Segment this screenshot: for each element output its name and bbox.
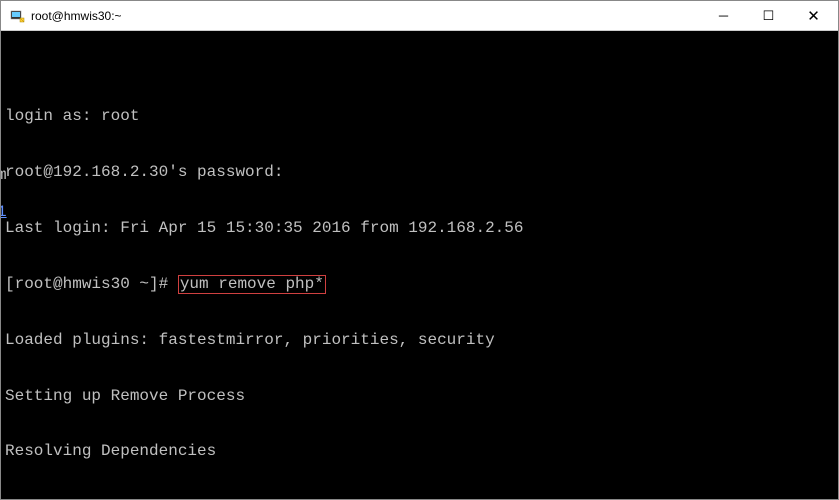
titlebar: root@hmwis30:~ ─ ☐ ✕	[1, 1, 838, 31]
password-prompt-line: root@192.168.2.30's password:	[5, 163, 834, 182]
edge-text-link: 1	[1, 203, 7, 222]
setup-remove-line: Setting up Remove Process	[5, 387, 834, 406]
close-button[interactable]: ✕	[791, 2, 836, 30]
login-as-line: login as: root	[5, 107, 834, 126]
command-line: [root@hmwis30 ~]# yum remove php*	[5, 275, 834, 294]
putty-icon	[9, 8, 25, 24]
window-title: root@hmwis30:~	[31, 9, 701, 23]
resolving-deps-line: Resolving Dependencies	[5, 442, 834, 461]
terminal-pane[interactable]: m 1 login as: root root@192.168.2.30's p…	[1, 31, 838, 499]
edge-text-m: m	[1, 166, 7, 185]
loaded-plugins-line: Loaded plugins: fastestmirror, prioritie…	[5, 331, 834, 350]
maximize-button[interactable]: ☐	[746, 2, 791, 30]
terminal-window: root@hmwis30:~ ─ ☐ ✕ m 1 login as: root …	[0, 0, 839, 500]
shell-prompt: [root@hmwis30 ~]#	[5, 275, 178, 293]
highlighted-command: yum remove php*	[178, 275, 326, 294]
minimize-button[interactable]: ─	[701, 2, 746, 30]
window-controls: ─ ☐ ✕	[701, 2, 836, 30]
running-check-line: --> Running transaction check	[5, 498, 834, 499]
last-login-line: Last login: Fri Apr 15 15:30:35 2016 fro…	[5, 219, 834, 238]
